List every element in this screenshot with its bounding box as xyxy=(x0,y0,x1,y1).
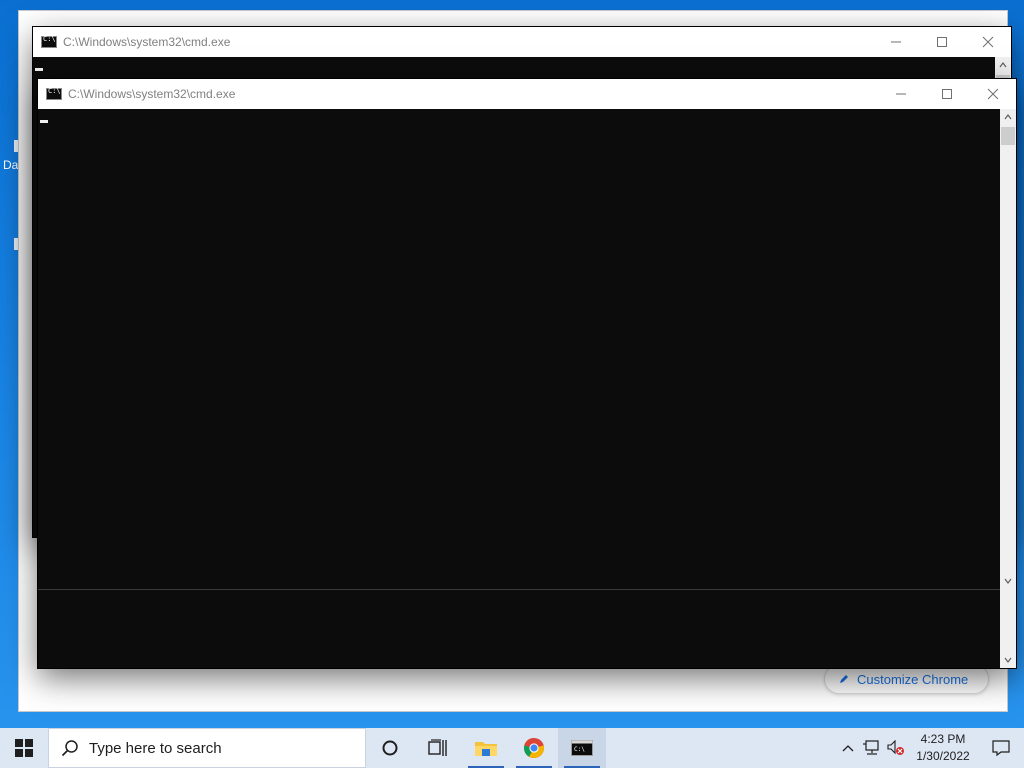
volume-button[interactable] xyxy=(884,728,908,768)
minimize-icon xyxy=(891,41,901,43)
pencil-icon xyxy=(840,675,848,683)
network-button[interactable] xyxy=(860,728,884,768)
desktop-icon-label[interactable]: Da xyxy=(3,158,18,172)
maximize-icon xyxy=(937,37,947,47)
volume-muted-icon xyxy=(887,740,904,755)
scroll-up-button[interactable] xyxy=(995,57,1011,73)
cortana-circle-icon xyxy=(382,740,398,756)
action-center-button[interactable] xyxy=(978,728,1024,768)
clock-time: 4:23 PM xyxy=(920,732,966,746)
terminal-icon: C:\ xyxy=(571,740,593,756)
chevron-up-icon xyxy=(999,62,1007,68)
customize-chrome-label: Customize Chrome xyxy=(857,671,969,687)
cmd-window-front[interactable]: C:\Windows\system32\cmd.exe xyxy=(38,79,1016,668)
start-button[interactable] xyxy=(0,728,48,768)
close-icon xyxy=(987,88,999,100)
customize-chrome-button[interactable]: Customize Chrome xyxy=(824,664,989,694)
text-cursor xyxy=(35,68,43,71)
maximize-icon xyxy=(942,89,952,99)
network-icon xyxy=(863,740,879,755)
scroll-down-button-upper[interactable] xyxy=(1000,573,1016,589)
windows-logo-icon xyxy=(15,739,33,757)
text-cursor xyxy=(40,120,48,123)
svg-text:C:\: C:\ xyxy=(574,746,585,753)
console-divider xyxy=(38,589,1000,590)
chrome-button[interactable] xyxy=(510,728,558,768)
task-view-button[interactable] xyxy=(414,728,462,768)
window-title: C:\Windows\system32\cmd.exe xyxy=(68,87,236,101)
window-title: C:\Windows\system32\cmd.exe xyxy=(63,35,231,49)
show-hidden-icons-button[interactable] xyxy=(836,728,860,768)
task-view-icon xyxy=(428,739,447,756)
search-placeholder: Type here to search xyxy=(89,739,222,757)
close-icon xyxy=(982,36,994,48)
clock[interactable]: 4:23 PM 1/30/2022 xyxy=(908,731,978,765)
taskbar-search-box[interactable]: Type here to search xyxy=(48,728,366,768)
notification-icon xyxy=(992,740,1010,757)
cortana-button[interactable] xyxy=(366,728,414,768)
system-tray: 4:23 PM 1/30/2022 xyxy=(836,728,1024,768)
maximize-button[interactable] xyxy=(924,79,970,109)
title-bar[interactable]: C:\Windows\system32\cmd.exe xyxy=(38,79,1016,109)
scroll-up-button[interactable] xyxy=(1000,109,1016,125)
cmd-taskbar-button[interactable]: C:\ xyxy=(558,728,606,768)
chevron-down-icon xyxy=(1004,657,1012,663)
scroll-down-button[interactable] xyxy=(1000,652,1016,668)
scroll-thumb[interactable] xyxy=(1001,127,1015,145)
chevron-up-icon xyxy=(1004,114,1012,120)
cmd-app-icon xyxy=(41,35,57,48)
search-icon xyxy=(61,740,78,757)
clock-date: 1/30/2022 xyxy=(916,749,970,763)
minimize-button[interactable] xyxy=(873,27,919,57)
file-explorer-button[interactable] xyxy=(462,728,510,768)
folder-icon xyxy=(475,742,497,756)
close-button[interactable] xyxy=(965,27,1011,57)
chevron-up-icon xyxy=(842,745,854,752)
title-bar[interactable]: C:\Windows\system32\cmd.exe xyxy=(33,27,1011,57)
maximize-button[interactable] xyxy=(919,27,965,57)
cmd-app-icon xyxy=(46,87,62,100)
minimize-button[interactable] xyxy=(878,79,924,109)
chevron-down-icon xyxy=(1004,578,1012,584)
taskbar: Type here to search C:\ 4:23 PM 1/30/202… xyxy=(0,728,1024,768)
chrome-icon xyxy=(523,738,545,759)
minimize-icon xyxy=(896,93,906,95)
console-area[interactable] xyxy=(38,109,1000,668)
close-button[interactable] xyxy=(970,79,1016,109)
